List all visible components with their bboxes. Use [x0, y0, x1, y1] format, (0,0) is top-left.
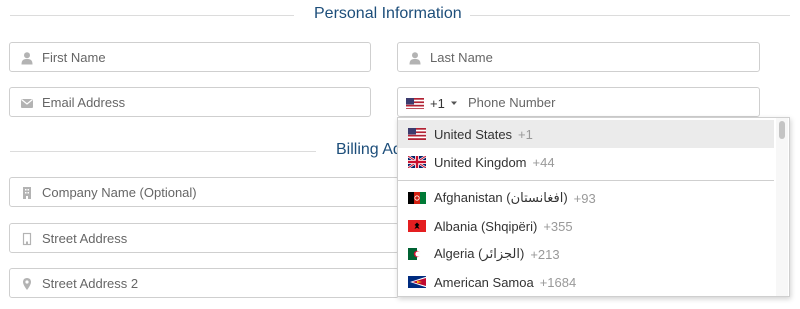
us-flag-icon: [406, 97, 424, 109]
country-dial-code: +1684: [539, 274, 577, 290]
user-icon: [21, 52, 33, 65]
last-name-field[interactable]: [397, 42, 760, 72]
company-field[interactable]: [9, 177, 399, 207]
divider-left: [10, 151, 316, 152]
algeria-flag-icon: [408, 248, 426, 260]
country-option-united-kingdom[interactable]: United Kingdom +44: [398, 148, 774, 176]
first-name-field[interactable]: [9, 42, 371, 72]
country-dropdown[interactable]: United States +1 United Kingdom +44 Afgh…: [397, 117, 790, 297]
country-name: United Kingdom: [434, 154, 527, 170]
dropdown-scrollbar[interactable]: [776, 118, 788, 296]
afghanistan-flag-icon: [408, 192, 426, 204]
selected-country-code: +1: [430, 95, 445, 111]
personal-information-header: Personal Information: [0, 1, 800, 31]
company-input[interactable]: [42, 178, 390, 206]
country-name: American Samoa: [434, 274, 534, 290]
divider-left: [10, 15, 294, 16]
country-dial-code: +1: [518, 126, 533, 142]
user-icon: [409, 52, 421, 65]
envelope-icon: [21, 99, 33, 108]
country-dial-code: +213: [530, 246, 560, 262]
country-option-united-states[interactable]: United States +1: [398, 120, 774, 148]
uk-flag-icon: [408, 156, 426, 168]
country-code-selector[interactable]: +1: [406, 94, 457, 112]
section-title: Billing Ad: [336, 141, 402, 158]
dropdown-divider: [398, 180, 774, 181]
country-name: United States: [434, 126, 513, 142]
divider-right: [470, 15, 790, 16]
street-address-2-input[interactable]: [42, 269, 390, 297]
country-name: Algeria (الجزائر‎): [434, 246, 525, 261]
country-option-american-samoa[interactable]: American Samoa +1684: [398, 268, 774, 296]
country-dial-code: +93: [573, 190, 596, 206]
street-address-2-field[interactable]: [9, 268, 399, 298]
country-option-algeria[interactable]: Algeria (الجزائر‎) +213: [398, 240, 774, 268]
country-dial-code: +44: [532, 154, 555, 170]
country-name: Albania (Shqipëri): [434, 218, 538, 234]
first-name-input[interactable]: [42, 43, 362, 71]
country-option-afghanistan[interactable]: Afghanistan (افغانستان‎) +93: [398, 184, 774, 212]
us-flag-icon: [408, 128, 426, 140]
american-samoa-flag-icon: [408, 276, 426, 288]
email-field[interactable]: [9, 87, 371, 117]
email-input[interactable]: [42, 88, 362, 116]
albania-flag-icon: [408, 220, 426, 232]
building-outline-icon: [22, 232, 32, 246]
street-address-field[interactable]: [9, 223, 399, 253]
scrollbar-thumb[interactable]: [779, 121, 785, 139]
caret-down-icon: [450, 101, 457, 105]
street-address-input[interactable]: [42, 224, 390, 252]
country-option-albania[interactable]: Albania (Shqipëri) +355: [398, 212, 774, 240]
country-dial-code: +355: [543, 218, 573, 234]
phone-field[interactable]: +1: [397, 87, 760, 117]
country-name: Afghanistan (افغانستان‎): [434, 190, 568, 205]
map-pin-icon: [23, 278, 31, 290]
building-icon: [23, 187, 31, 199]
phone-input[interactable]: [468, 88, 748, 116]
section-title: Personal Information: [314, 5, 462, 22]
last-name-input[interactable]: [430, 43, 751, 71]
